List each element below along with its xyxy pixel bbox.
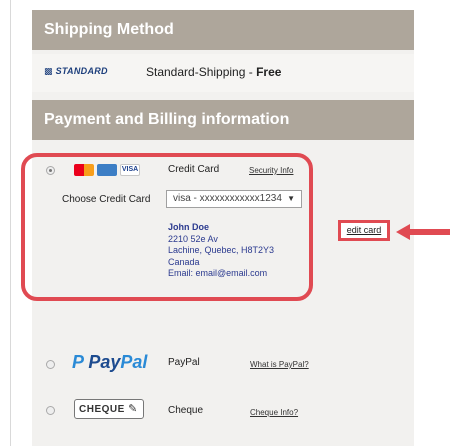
pen-icon: ✎ [128, 403, 138, 415]
standard-shipping-logo: ▩ STANDARD [44, 66, 108, 77]
cheque-logo: CHEQUE ✎ [74, 399, 144, 419]
shipping-method-text: Standard-Shipping - Free [146, 65, 281, 79]
paypal-logo-text-b: Pal [120, 352, 148, 372]
carrier-badge: STANDARD [55, 66, 108, 76]
shipping-method-header: Shipping Method [32, 10, 414, 50]
paypal-logo-text-a: Pay [88, 352, 121, 372]
truck-icon: ▩ [44, 66, 53, 76]
cheque-info-link[interactable]: Cheque Info? [250, 408, 298, 417]
what-is-paypal-link[interactable]: What is PayPal? [250, 360, 309, 369]
payment-billing-header: Payment and Billing information [32, 100, 414, 140]
paypal-logo: P PayPal [72, 352, 147, 373]
paypal-label: PayPal [168, 357, 200, 368]
shipping-method-name: Standard-Shipping - [146, 65, 257, 79]
shipping-price: Free [256, 65, 282, 79]
edit-card-link[interactable]: edit card [338, 220, 390, 241]
paypal-radio[interactable] [46, 360, 55, 369]
cheque-logo-text: CHEQUE [79, 404, 125, 415]
left-rail [0, 0, 11, 446]
pointer-arrow-icon [396, 224, 450, 240]
paypal-p-icon: P [72, 352, 84, 372]
credit-card-highlight [21, 153, 313, 301]
cheque-label: Cheque [168, 405, 204, 416]
cheque-radio[interactable] [46, 406, 55, 415]
